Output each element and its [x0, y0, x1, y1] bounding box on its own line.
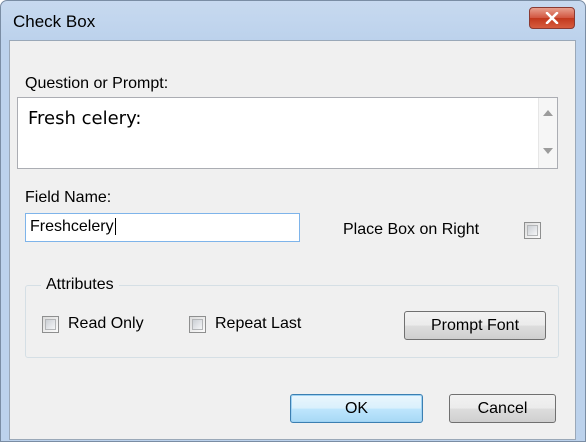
- cancel-button[interactable]: Cancel: [449, 394, 556, 423]
- place-box-right-checkbox[interactable]: [524, 222, 541, 239]
- close-x-icon: [545, 12, 559, 24]
- prompt-font-button-label: Prompt Font: [430, 316, 520, 334]
- field-name-input[interactable]: Freshcelery: [25, 213, 300, 242]
- field-name-label: Field Name:: [25, 189, 112, 206]
- field-name-value: Freshcelery: [30, 218, 114, 235]
- scroll-down-arrow-icon[interactable]: [543, 148, 553, 154]
- close-button[interactable]: [529, 7, 575, 29]
- window-title: Check Box: [13, 12, 96, 31]
- ok-button[interactable]: OK: [290, 394, 423, 423]
- cancel-button-label: Cancel: [477, 399, 528, 417]
- text-caret: [114, 218, 116, 236]
- prompt-textarea[interactable]: Fresh celery:: [17, 97, 558, 169]
- prompt-label: Question or Prompt:: [25, 75, 169, 92]
- ok-button-label: OK: [344, 399, 369, 417]
- scroll-up-arrow-icon[interactable]: [543, 110, 553, 116]
- prompt-font-button[interactable]: Prompt Font: [404, 311, 546, 340]
- title-bar[interactable]: Check Box: [1, 1, 585, 41]
- attributes-legend: Attributes: [41, 276, 119, 294]
- place-box-right-label: Place Box on Right: [343, 221, 480, 238]
- repeat-last-checkbox[interactable]: [189, 316, 206, 333]
- repeat-last-label: Repeat Last: [215, 315, 302, 332]
- read-only-checkbox[interactable]: [42, 316, 59, 333]
- prompt-scrollbar[interactable]: [538, 98, 557, 168]
- prompt-text: Fresh celery:: [28, 108, 142, 129]
- read-only-label: Read Only: [68, 315, 144, 332]
